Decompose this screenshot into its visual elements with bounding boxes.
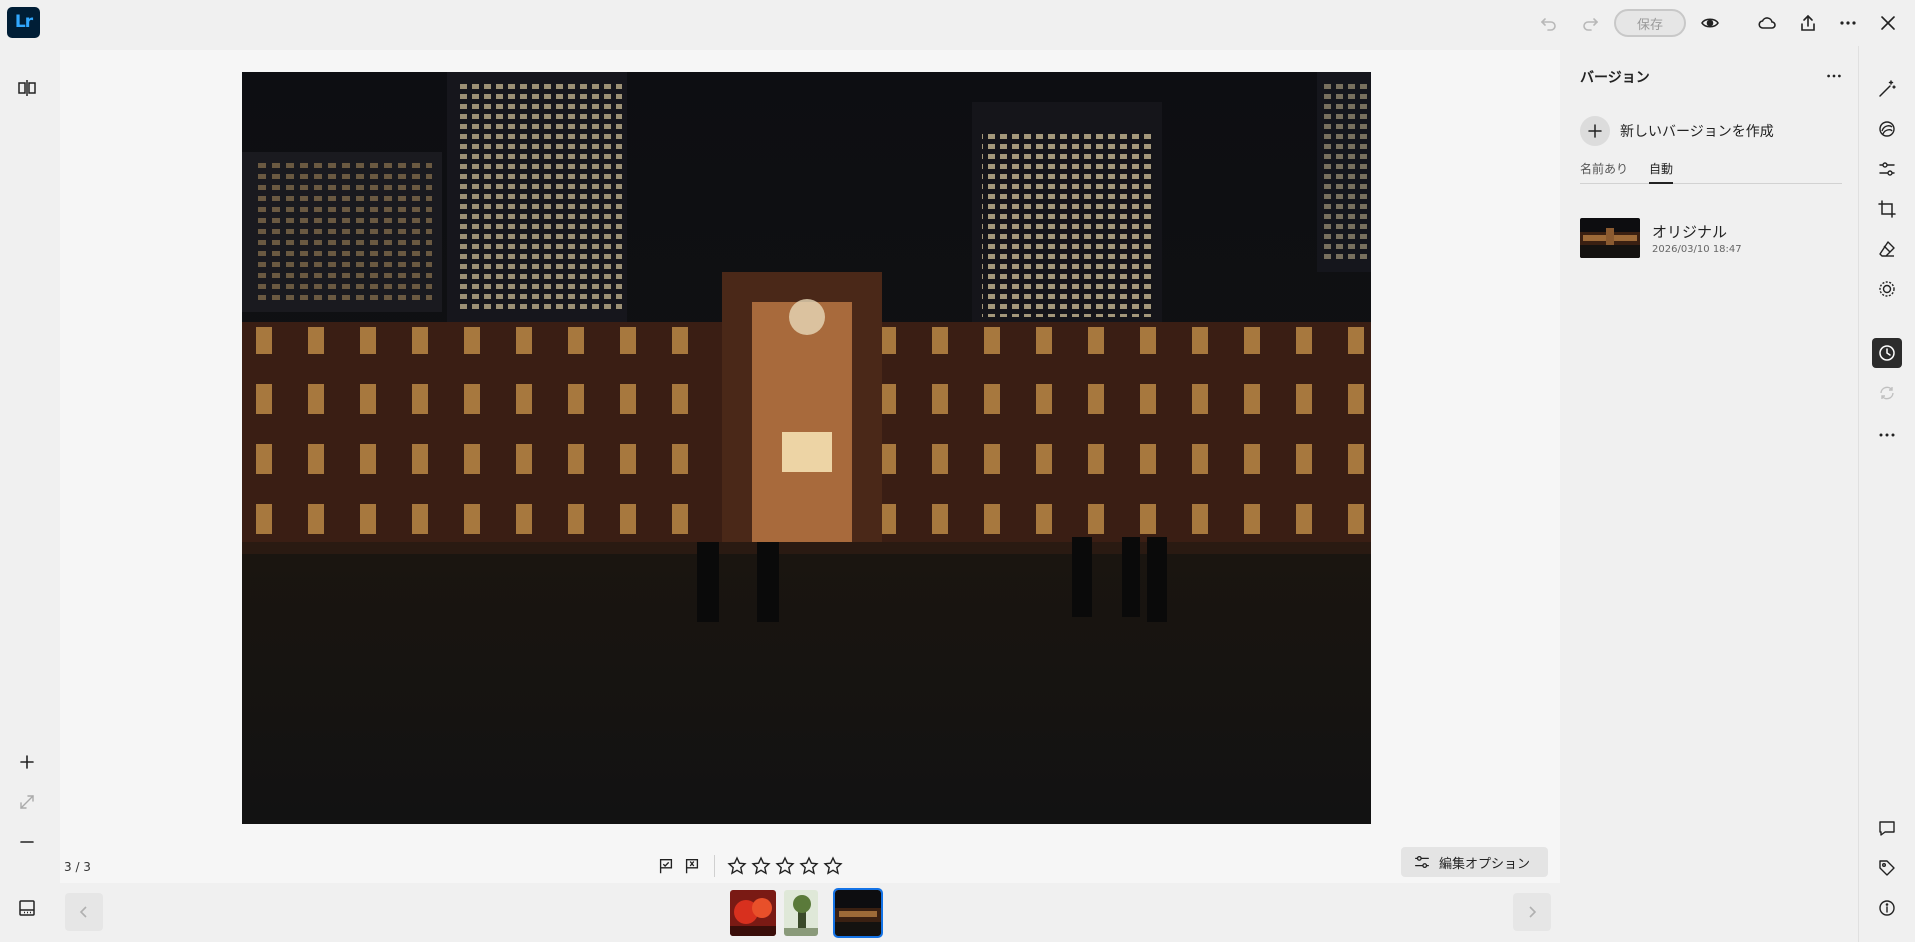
- masking-icon[interactable]: [1872, 274, 1902, 304]
- new-version-label: 新しいバージョンを作成: [1620, 124, 1774, 140]
- presets-icon[interactable]: [1872, 114, 1902, 144]
- version-item[interactable]: オリジナル 2026/03/10 18:47: [1580, 218, 1842, 262]
- version-date: 2026/03/10 18:47: [1652, 244, 1742, 255]
- crop-icon[interactable]: [1872, 194, 1902, 224]
- comment-icon[interactable]: [1872, 813, 1902, 843]
- version-thumbnail: [1580, 218, 1640, 258]
- chevron-left-icon: [79, 906, 87, 918]
- edit-options-button[interactable]: 編集オプション: [1401, 847, 1548, 877]
- panel-title: バージョン: [1580, 70, 1650, 86]
- more-icon[interactable]: [1833, 8, 1863, 38]
- version-name: オリジナル: [1652, 223, 1728, 241]
- star-icon[interactable]: [750, 855, 772, 877]
- reject-flag-icon[interactable]: [681, 855, 703, 877]
- eye-icon[interactable]: [1695, 8, 1725, 38]
- plus-icon: [1580, 116, 1610, 146]
- lightroom-app: Lr 保存 3 / 3 編集オプション バージョン 新しいバージョンを作成 名前…: [0, 0, 1915, 942]
- lightroom-logo[interactable]: Lr: [7, 7, 40, 38]
- version-tabs: 名前あり 自動: [1580, 160, 1842, 184]
- versions-history-icon[interactable]: [1872, 338, 1902, 368]
- panel-more-icon[interactable]: [1822, 64, 1846, 88]
- tag-icon[interactable]: [1872, 853, 1902, 883]
- main-photo[interactable]: [242, 72, 1371, 824]
- filmstrip: [60, 885, 1560, 942]
- auto-wand-icon[interactable]: [1872, 74, 1902, 104]
- zoom-in-icon[interactable]: [12, 747, 42, 777]
- new-version-button[interactable]: 新しいバージョンを作成: [1580, 116, 1774, 146]
- tab-auto[interactable]: 自動: [1649, 160, 1674, 184]
- eraser-icon[interactable]: [1872, 234, 1902, 264]
- flag-group: [655, 855, 703, 877]
- save-button[interactable]: 保存: [1614, 9, 1686, 37]
- zoom-out-icon[interactable]: [12, 827, 42, 857]
- edit-sliders-icon[interactable]: [1872, 154, 1902, 184]
- edit-options-label: 編集オプション: [1439, 856, 1531, 872]
- toolbar-divider: [714, 855, 715, 877]
- left-toolbar: [0, 46, 55, 942]
- star-icon[interactable]: [798, 855, 820, 877]
- info-icon[interactable]: [1872, 893, 1902, 923]
- image-counter: 3 / 3: [64, 860, 91, 874]
- share-icon[interactable]: [1793, 8, 1823, 38]
- filmstrip-thumbnail[interactable]: [784, 890, 818, 936]
- filmstrip-thumbnail[interactable]: [730, 890, 776, 936]
- star-icon[interactable]: [726, 855, 748, 877]
- pick-flag-icon[interactable]: [655, 855, 677, 877]
- cloud-icon[interactable]: [1752, 8, 1782, 38]
- next-button[interactable]: [1513, 893, 1551, 931]
- star-rating: [726, 855, 844, 877]
- top-bar: Lr 保存: [0, 0, 1915, 46]
- star-icon[interactable]: [822, 855, 844, 877]
- versions-panel: バージョン 新しいバージョンを作成 名前あり 自動 オリジナル 2026/03/…: [1560, 46, 1858, 942]
- close-icon[interactable]: [1873, 8, 1903, 38]
- filmstrip-toggle-icon[interactable]: [12, 893, 42, 923]
- remix-icon[interactable]: [1872, 378, 1902, 408]
- sliders-icon: [1415, 855, 1429, 869]
- more-icon[interactable]: [1872, 420, 1902, 450]
- compare-view-icon[interactable]: [12, 73, 42, 103]
- chevron-right-icon: [1529, 906, 1537, 918]
- star-icon[interactable]: [774, 855, 796, 877]
- redo-icon[interactable]: [1575, 8, 1605, 38]
- tab-named[interactable]: 名前あり: [1580, 160, 1628, 184]
- filmstrip-thumbnail-selected[interactable]: [833, 888, 883, 938]
- right-toolbar: [1858, 46, 1915, 942]
- previous-button[interactable]: [65, 893, 103, 931]
- undo-icon[interactable]: [1534, 8, 1564, 38]
- fit-icon[interactable]: [12, 787, 42, 817]
